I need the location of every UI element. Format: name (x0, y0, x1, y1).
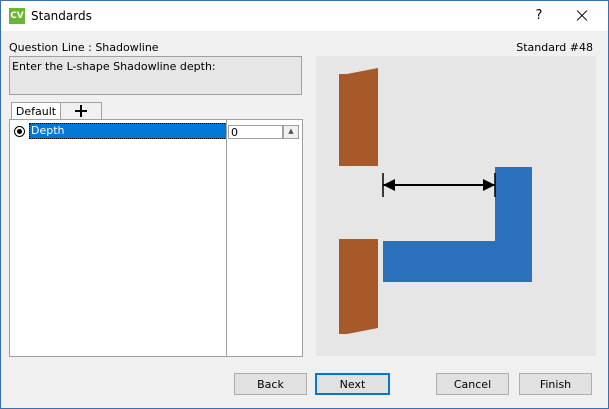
lower-wood-piece (339, 239, 378, 334)
spin-up-icon[interactable]: ▲ (283, 125, 299, 139)
title-bar: CV Standards ? (1, 1, 608, 31)
upper-wood-piece (339, 68, 378, 166)
column-divider (226, 120, 227, 356)
prompt-text: Enter the L-shape Shadowline depth: (12, 60, 216, 73)
finish-button[interactable]: Finish (519, 373, 592, 395)
standards-dialog: CV Standards ? Question Line : Shadowlin… (0, 0, 609, 409)
add-tab-icon[interactable] (60, 102, 102, 119)
property-grid: Depth ▲ (9, 119, 303, 357)
next-button[interactable]: Next (315, 373, 390, 395)
arrowhead-right (483, 179, 495, 191)
window-title: Standards (31, 9, 92, 23)
prompt-box: Enter the L-shape Shadowline depth: (9, 56, 302, 95)
back-button[interactable]: Back (234, 373, 307, 395)
cancel-button[interactable]: Cancel (436, 373, 509, 395)
row-label-depth[interactable]: Depth (29, 123, 227, 139)
row-selected-radio-icon[interactable] (14, 126, 25, 137)
arrowhead-left (383, 179, 395, 191)
question-line-label: Question Line : Shadowline (9, 41, 159, 54)
close-icon[interactable] (571, 6, 593, 26)
depth-value-input[interactable] (228, 125, 283, 139)
shadowline-preview (316, 56, 596, 356)
help-button[interactable]: ? (529, 6, 549, 26)
app-icon: CV (9, 8, 25, 24)
grid-row-depth[interactable]: Depth ▲ (10, 122, 302, 140)
shadowline-diagram (339, 68, 532, 334)
standard-number-label: Standard #48 (516, 41, 593, 54)
